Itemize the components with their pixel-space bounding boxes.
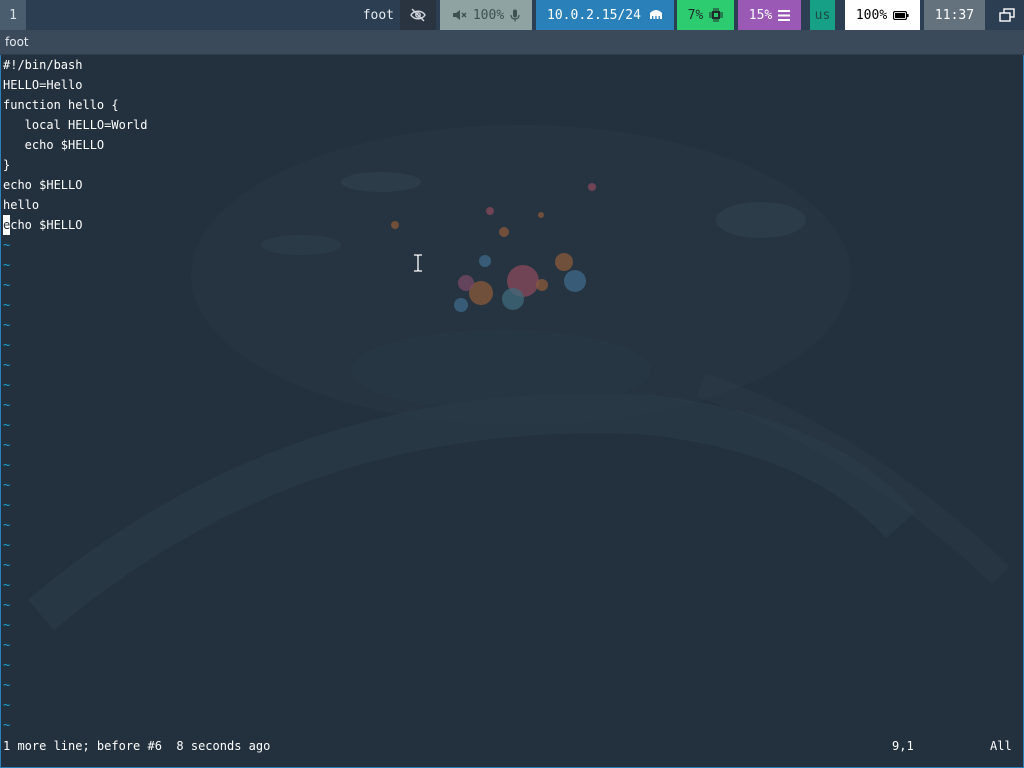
memory-value: 15% (748, 7, 773, 23)
top-bar: 1 foot 100% 10.0.2.15/24 7% 15% us 100% … (0, 0, 1024, 30)
microphone-icon (510, 9, 520, 21)
workspace-button-1[interactable]: 1 (0, 0, 26, 30)
empty-line-marker: ~ (3, 358, 11, 372)
cpu-value: 7% (687, 7, 704, 23)
buffer-line: echo $HELLO (3, 178, 83, 192)
empty-line-marker: ~ (3, 638, 11, 652)
memory-module[interactable]: 15% (738, 0, 801, 30)
window-titlebar[interactable]: foot (0, 30, 1024, 55)
window-title: foot (5, 35, 29, 49)
empty-line-marker: ~ (3, 398, 11, 412)
vim-status-line: 1 more line; before #6 8 seconds ago 9,1… (3, 736, 1021, 756)
empty-line-marker: ~ (3, 418, 11, 432)
current-line-text: cho $HELLO (10, 218, 83, 232)
empty-line-marker: ~ (3, 618, 11, 632)
empty-line-marker: ~ (3, 438, 11, 452)
buffer-line: #!/bin/bash (3, 58, 83, 72)
battery-value: 100% (855, 7, 888, 23)
buffer-line: hello (3, 198, 40, 212)
battery-full-icon (893, 10, 909, 20)
empty-line-marker: ~ (3, 538, 11, 552)
empty-line-marker: ~ (3, 578, 11, 592)
empty-line-marker: ~ (3, 718, 11, 732)
buffer-line: } (3, 158, 11, 172)
window-title-text: foot (362, 7, 394, 23)
cursor-position: 9,1 (892, 739, 914, 753)
volume-value: 100% (472, 7, 505, 23)
workspace-label: 1 (9, 7, 17, 23)
empty-line-marker: ~ (3, 458, 11, 472)
active-window-title: foot (355, 0, 400, 30)
empty-line-marker: ~ (3, 698, 11, 712)
clock[interactable]: 11:37 (924, 0, 985, 30)
empty-line-marker: ~ (3, 598, 11, 612)
empty-line-marker: ~ (3, 338, 11, 352)
cpu-chip-icon (709, 8, 724, 22)
cpu-module[interactable]: 7% (677, 0, 734, 30)
battery-module[interactable]: 100% (845, 0, 920, 30)
empty-line-marker: ~ (3, 258, 11, 272)
empty-line-marker: ~ (3, 318, 11, 332)
editor-buffer[interactable]: #!/bin/bash HELLO=Hello function hello {… (3, 55, 148, 735)
status-message: 1 more line; before #6 8 seconds ago (3, 739, 271, 753)
empty-line-marker: ~ (3, 678, 11, 692)
buffer-line: local HELLO=World (3, 118, 148, 132)
scroll-position: All (990, 739, 1012, 753)
speaker-muted-icon (452, 10, 467, 20)
buffer-line-current: echo $HELLO (3, 215, 148, 235)
empty-line-marker: ~ (3, 498, 11, 512)
wallpaper-background (28, 125, 1010, 631)
empty-line-marker: ~ (3, 518, 11, 532)
ethernet-icon (649, 10, 662, 19)
buffer-line: echo $HELLO (3, 138, 105, 152)
terminal-window[interactable]: foot #!/bin/bash HELLO=Hello function he… (0, 30, 1024, 768)
windows-stack-icon (999, 8, 1015, 22)
audio-module[interactable]: 100% (440, 0, 532, 30)
empty-line-marker: ~ (3, 298, 11, 312)
clock-time: 11:37 (934, 7, 975, 23)
empty-line-marker: ~ (3, 278, 11, 292)
empty-line-marker: ~ (3, 558, 11, 572)
empty-line-marker: ~ (3, 658, 11, 672)
idle-inhibitor-toggle[interactable] (400, 0, 436, 30)
empty-line-marker: ~ (3, 238, 11, 252)
buffer-line: HELLO=Hello (3, 78, 83, 92)
empty-line-marker: ~ (3, 378, 11, 392)
empty-line-marker: ~ (3, 478, 11, 492)
buffer-line: function hello { (3, 98, 119, 112)
keyboard-layout-indicator[interactable]: us (810, 0, 835, 30)
memory-bars-icon (778, 9, 791, 21)
ibeam-cursor-icon (414, 254, 422, 272)
network-address: 10.0.2.15/24 (547, 7, 641, 23)
eye-slash-icon (410, 8, 426, 22)
network-module[interactable]: 10.0.2.15/24 (536, 0, 674, 30)
terminal-area[interactable]: #!/bin/bash HELLO=Hello function hello {… (0, 55, 1024, 768)
keyboard-layout-label: us (814, 7, 831, 23)
window-switcher-button[interactable] (990, 0, 1024, 30)
